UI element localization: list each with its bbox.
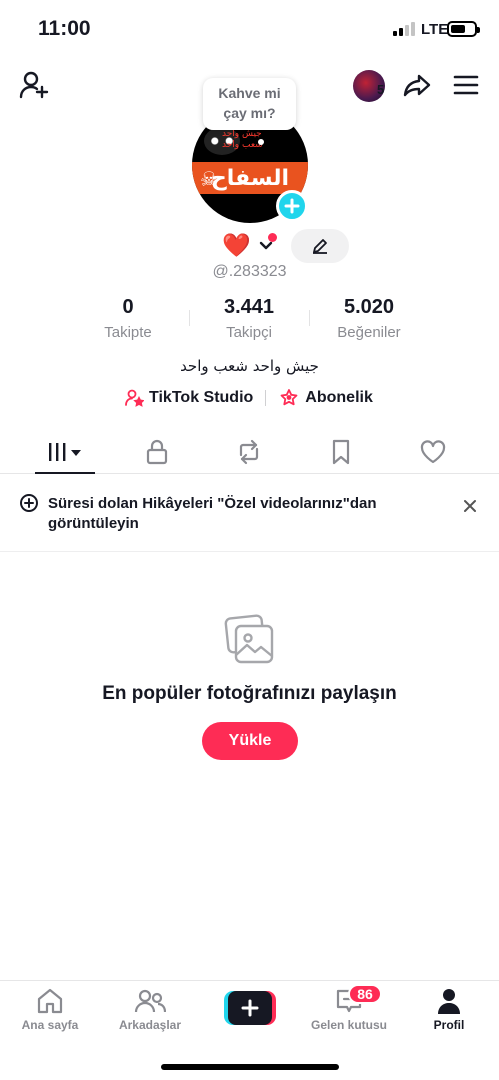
add-friend-icon <box>19 71 49 99</box>
bookmark-icon <box>332 439 350 465</box>
menu-icon <box>453 75 479 95</box>
note-bubble[interactable]: Kahve mi çay mı? <box>203 78 296 130</box>
edit-profile-button[interactable] <box>291 229 349 263</box>
close-icon <box>464 500 476 512</box>
avatar-caption: جيش واحد شعب واحد <box>222 129 263 150</box>
heart-outline-icon <box>420 440 446 464</box>
links-divider <box>265 390 267 406</box>
home-icon <box>37 988 63 1014</box>
bio: جيش واحد شعب واحد <box>180 357 319 375</box>
inbox-badge: 86 <box>348 984 382 1004</box>
friends-icon <box>134 989 166 1013</box>
subscription-label: Abonelik <box>305 389 373 406</box>
tab-saved[interactable] <box>311 430 371 474</box>
bubble-tail <box>258 139 264 145</box>
tab-liked[interactable] <box>403 430 463 474</box>
create-button[interactable] <box>224 991 276 1025</box>
upload-button[interactable]: Yükle <box>202 722 298 760</box>
studio-icon <box>125 389 144 407</box>
tiktok-studio-link[interactable]: TikTok Studio <box>124 388 253 408</box>
avatar-banner-text: السفاح <box>210 165 290 191</box>
profile-emoji-selector[interactable]: ❤️ <box>222 230 275 260</box>
status-time: 11:00 <box>38 17 91 40</box>
nav-home[interactable]: Ana sayfa <box>0 987 100 1032</box>
nav-friends[interactable]: Arkadaşlar <box>100 987 200 1032</box>
stat-likes[interactable]: 5.020 Beğeniler <box>309 296 429 341</box>
close-notice-button[interactable] <box>461 497 479 515</box>
profile-tabs <box>0 430 499 474</box>
share-icon <box>403 74 431 97</box>
empty-state-title: En popüler fotoğrafınızı paylaşın <box>102 683 397 704</box>
heart-emoji: ❤️ <box>222 232 251 258</box>
stat-followers[interactable]: 3.441 Takipçi <box>189 296 309 341</box>
photo-icon <box>224 614 274 664</box>
subscription-icon <box>280 389 298 406</box>
share-button[interactable] <box>400 68 434 102</box>
notification-dot <box>268 233 277 242</box>
grid-icon <box>49 443 81 461</box>
repost-icon <box>239 439 259 465</box>
profile-links: TikTok Studio Abonelik <box>124 388 373 408</box>
pencil-icon <box>313 239 327 254</box>
status-bar: 11:00 LTE <box>0 0 499 56</box>
plus-icon <box>241 999 259 1017</box>
add-friend-button[interactable] <box>17 68 51 102</box>
tab-videos[interactable] <box>35 430 95 474</box>
tab-private[interactable] <box>127 430 187 474</box>
story-count: 5 <box>377 82 385 97</box>
lock-icon <box>146 439 168 465</box>
subscription-link[interactable]: Abonelik <box>278 388 373 408</box>
nav-profile[interactable]: Profil <box>399 987 499 1032</box>
username: @.283323 <box>212 263 287 280</box>
stories-notice[interactable]: Süresi dolan Hikâyeleri "Özel videoların… <box>0 474 499 552</box>
tab-reposts[interactable] <box>219 430 279 474</box>
network-label: LTE <box>421 21 449 38</box>
tiktok-studio-label: TikTok Studio <box>149 389 254 406</box>
plus-icon <box>284 198 300 214</box>
add-photo-button[interactable] <box>276 190 308 222</box>
story-plus-icon <box>20 494 38 512</box>
profile-icon <box>438 989 460 1014</box>
battery-icon <box>447 21 480 37</box>
signal-icon <box>393 22 415 36</box>
notice-text: Süresi dolan Hikâyeleri "Özel videoların… <box>48 495 377 532</box>
home-indicator <box>161 1064 339 1070</box>
menu-button[interactable] <box>450 70 482 100</box>
stat-following[interactable]: 0 Takipte <box>68 296 188 341</box>
skull-icon: ☠ <box>200 169 218 191</box>
